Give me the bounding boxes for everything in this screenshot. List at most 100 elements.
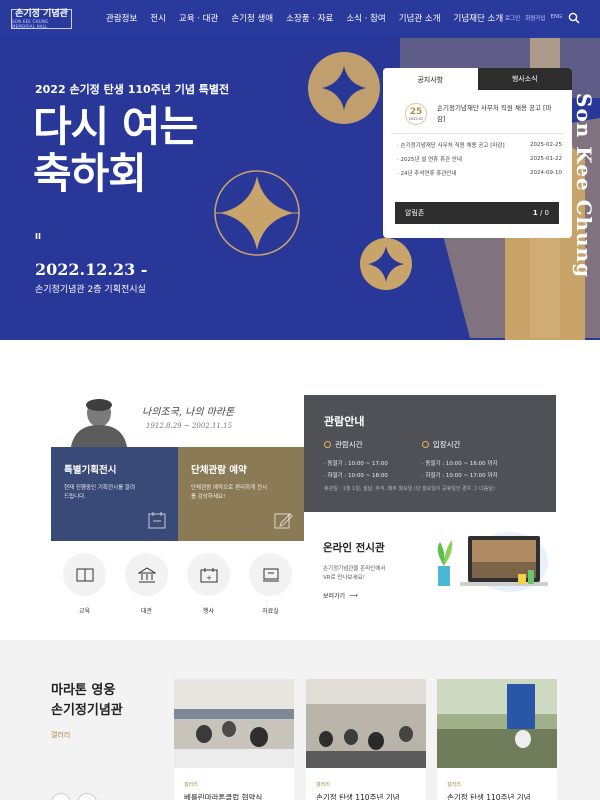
visit-guide-panel: 관람안내 관람시간 · 동절기 : 10:00 ~ 17:00 · 하절기 : …	[304, 395, 556, 512]
edit-icon	[274, 513, 293, 529]
notice-title-text: 24년 추석연휴 휴관안내	[400, 171, 457, 177]
card-desc: 현재 진행중인 기획전시를 알려드립니다.	[64, 485, 136, 500]
gallery-item-title: 손기정 탄생 110주년 기념	[447, 793, 531, 800]
arrow-right-icon: ⟶	[349, 592, 358, 599]
archive-icon	[262, 568, 279, 581]
notice-row[interactable]: · 손기정기념재단 사무처 직원 채용 공고 [마감] 2025-02-25	[397, 138, 562, 152]
prev-arrow-icon[interactable]	[51, 793, 71, 800]
life-dates: 1912.8.29 ~ 2002.11.15	[146, 422, 233, 430]
alarm-zone-bar[interactable]: 알림존 1 / 0	[395, 202, 559, 224]
building-icon	[137, 566, 156, 582]
hero-title: 다시 여는 축하회	[33, 103, 198, 198]
clock-icon	[324, 441, 331, 448]
online-title: 온라인 전시관	[323, 542, 385, 554]
featured-month: 2025.02	[408, 117, 424, 121]
gallery-arrows	[51, 793, 97, 800]
gallery-item[interactable]: 갤러리 손기정 탄생 110주년 기념	[437, 679, 557, 800]
nav-item-about-hall[interactable]: 기념관 소개	[399, 12, 441, 24]
hours-item: · 동절기 : 10:00 ~ 17:00	[324, 461, 388, 467]
notice-panel: 공지사항 행사소식 25 2025.02 손기정기념재단 사무처 직원 채용 공…	[383, 68, 572, 238]
nav-item-collection[interactable]: 소장품 · 자료	[286, 12, 333, 24]
quick-link-label: 자료실	[262, 608, 279, 615]
book-icon	[76, 568, 93, 581]
entry-column: 입장시간 · 동절기 : 10:00 ~ 16:00 까지 · 하절기 : 10…	[421, 439, 498, 482]
quick-link-rental[interactable]: 대관	[125, 553, 168, 615]
alarm-zone-label: 알림존	[405, 209, 425, 217]
hero-title-line: 축하회	[33, 149, 147, 198]
entry-item: · 하절기 : 10:00 ~ 17:00 까지	[421, 473, 498, 479]
quick-link-education[interactable]: 교육	[63, 553, 106, 615]
portrait-image	[65, 391, 133, 447]
logo-subtext: SON KEE CHUNG MEMORIAL HALL	[12, 19, 49, 29]
notice-date: 2025-02-25	[530, 142, 562, 148]
notice-date: 2024-09-10	[530, 170, 562, 176]
english-link[interactable]: ENG	[550, 14, 562, 22]
nav-item-education[interactable]: 교육 · 대관	[179, 12, 218, 24]
gallery-link[interactable]: 갤러리	[51, 730, 70, 740]
quick-link-archive[interactable]: 자료실	[249, 553, 292, 615]
quick-link-label: 대관	[140, 608, 153, 615]
alarm-pager: 1 / 0	[533, 209, 549, 217]
notice-list: · 손기정기념재단 사무처 직원 채용 공고 [마감] 2025-02-25 ·…	[383, 134, 572, 180]
card-title: 특별기획전시	[64, 465, 117, 476]
hero-date: 2022.12.23 -	[35, 260, 148, 279]
quick-link-label: 행사	[202, 608, 215, 615]
online-desc: 손기정기념관을 온라인에서	[323, 566, 386, 572]
gallery-category: 갤러리	[184, 782, 198, 788]
gallery-category: 갤러리	[447, 782, 461, 788]
notice-row[interactable]: · 24년 추석연휴 휴관안내 2024-09-10	[397, 166, 562, 180]
quick-link-events[interactable]: + 행사	[187, 553, 230, 615]
gallery-photo	[174, 679, 294, 768]
gallery-title-line: 손기정기념관	[51, 703, 123, 718]
entry-title: 입장시간	[432, 440, 461, 449]
guide-title: 관람안내	[324, 415, 365, 428]
site-logo[interactable]: 손기정 기념관 SON KEE CHUNG MEMORIAL HALL	[11, 9, 72, 29]
entry-item: · 동절기 : 10:00 ~ 16:00 까지	[421, 461, 498, 467]
login-link[interactable]: 로그인	[505, 14, 520, 22]
more-label: 보러가기	[323, 593, 346, 600]
pause-button[interactable]: II	[35, 232, 41, 241]
hours-column: 관람시간 · 동절기 : 10:00 ~ 17:00 · 하절기 : 10:00…	[324, 439, 388, 482]
gallery-item-title: 베를린마라톤클럽 협약식	[184, 793, 263, 800]
nav-item-life[interactable]: 손기정 생애	[231, 12, 273, 24]
notice-title-text: 손기정기념재단 사무처 직원 채용 공고 [마감]	[400, 143, 505, 149]
nav-item-exhibition[interactable]: 전시	[150, 12, 166, 24]
signature-text: 나의조국, 나의 마라톤	[142, 407, 235, 418]
utility-links: 로그인 회원가입 ENG	[505, 14, 562, 22]
featured-title: 손기정기념재단 사무처 직원 채용 공고 [마감]	[437, 104, 552, 123]
calendar-icon: +	[200, 567, 217, 582]
signup-link[interactable]: 회원가입	[525, 14, 545, 22]
nav-item-news[interactable]: 소식 · 참여	[346, 12, 385, 24]
svg-text:+: +	[206, 574, 212, 582]
next-arrow-icon[interactable]	[77, 793, 97, 800]
tab-events[interactable]: 행사소식	[477, 68, 572, 90]
nav-item-visit[interactable]: 관람정보	[106, 12, 137, 24]
quick-link-label: 교육	[78, 608, 91, 615]
main-nav: 관람정보 전시 교육 · 대관 손기정 생애 소장품 · 자료 소식 · 참여 …	[106, 12, 516, 24]
featured-day: 25	[409, 107, 423, 117]
gallery-photo	[437, 679, 557, 768]
logo-text: 손기정 기념관	[15, 9, 68, 19]
gallery-item[interactable]: 갤러리 베를린마라톤클럽 협약식	[174, 679, 294, 800]
notice-tabs: 공지사항 행사소식	[383, 68, 572, 90]
group-reservation-card[interactable]: 단체관람 예약 단체관람 예약으로 편리하게 전시를 감상하세요!	[178, 447, 304, 541]
tab-notice[interactable]: 공지사항	[383, 68, 478, 90]
notice-title: · 손기정기념재단 사무처 직원 채용 공고 [마감]	[397, 143, 505, 149]
site-header: 손기정 기념관 SON KEE CHUNG MEMORIAL HALL 관람정보…	[0, 0, 600, 38]
search-icon[interactable]	[568, 12, 580, 24]
card-desc: 단체관람 예약으로 편리하게 전시를 감상하세요!	[191, 485, 268, 500]
gallery-title-line: 마라톤 영웅	[51, 683, 116, 698]
notice-date: 2025-01-22	[530, 156, 562, 162]
notice-row[interactable]: · 2025년 설 연휴 휴관 안내 2025-01-22	[397, 152, 562, 166]
hours-item: · 하절기 : 10:00 ~ 18:00	[324, 473, 388, 479]
featured-notice[interactable]: 25 2025.02 손기정기념재단 사무처 직원 채용 공고 [마감]	[391, 90, 564, 134]
special-exhibition-card[interactable]: 특별기획전시 현재 진행중인 기획전시를 알려드립니다.	[51, 447, 178, 541]
hero-vertical-text: Son Kee Chung	[572, 93, 596, 279]
online-exhibition: 온라인 전시관 손기정기념관을 온라인에서 VR로 만나보세요! 보러가기 ⟶	[323, 540, 385, 600]
nav-item-about-foundation[interactable]: 기념재단 소개	[454, 12, 504, 24]
gallery-item[interactable]: 갤러리 손기정 탄생 110주년 기념	[306, 679, 426, 800]
gallery-item-title: 손기정 탄생 110주년 기념	[316, 793, 400, 800]
calendar-icon	[148, 512, 166, 529]
pager-current: 1	[532, 209, 538, 217]
online-more-link[interactable]: 보러가기 ⟶	[323, 591, 385, 600]
